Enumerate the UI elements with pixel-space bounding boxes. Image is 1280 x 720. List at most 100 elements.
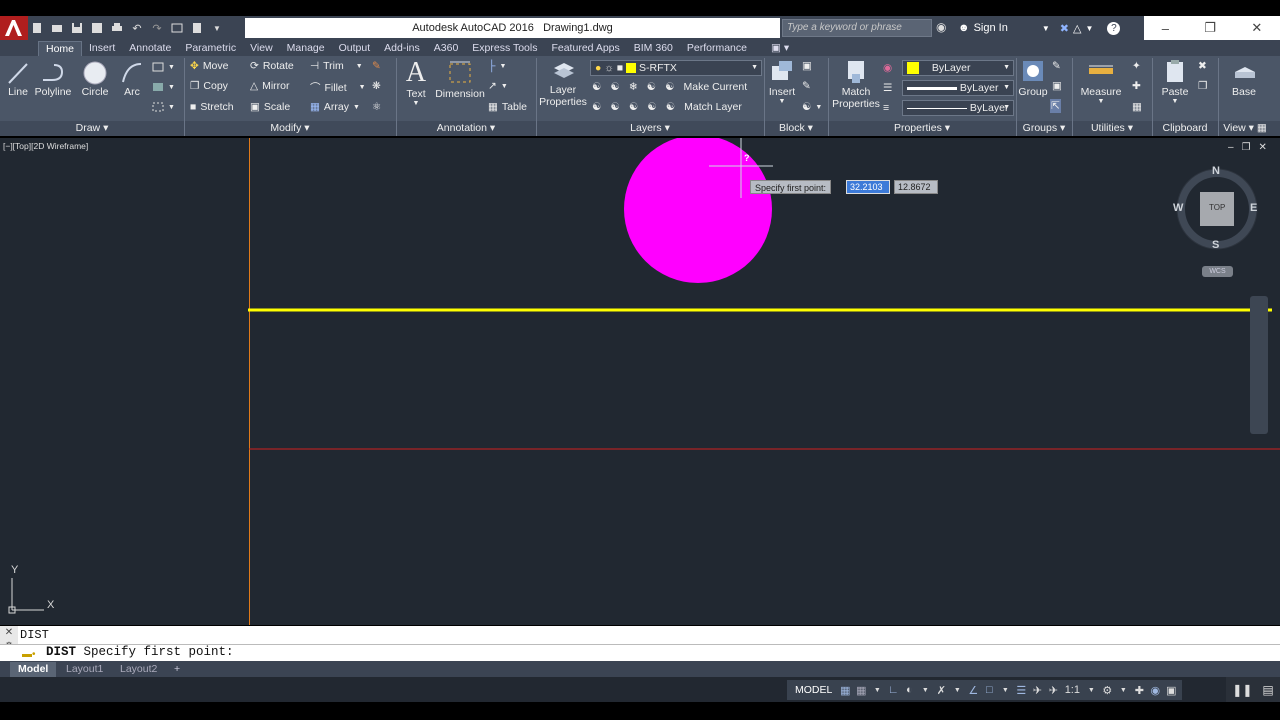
stretch-button[interactable]: ■ Stretch [190,101,234,113]
compass-east[interactable]: E [1250,202,1257,214]
workspace-gear-icon[interactable]: ⚙ [1100,683,1114,697]
layer-on-icon[interactable]: ☯ [592,101,601,113]
tab-bim-360[interactable]: BIM 360 [627,41,680,56]
tab-performance[interactable]: Performance [680,41,754,56]
help-icon[interactable]: ? [1107,21,1121,35]
chevron-down-icon[interactable]: ▼ [1084,683,1098,697]
save-icon[interactable] [70,21,84,35]
group-button[interactable]: Group [1018,58,1048,98]
cut-icon[interactable]: ✖ [1198,60,1207,72]
dimension-button[interactable]: Dimension [434,58,486,100]
layer-dropdown[interactable]: ● ☼ ■ S-RFTX ▼ [590,60,762,76]
insert-button[interactable]: Insert ▼ [767,58,797,105]
arc-button[interactable]: Arc [118,60,146,98]
chevron-down-icon[interactable]: ▼ [918,683,932,697]
save-as-icon[interactable] [90,21,104,35]
draw-panel-title[interactable]: Draw ▾ [0,121,184,136]
color-dropdown[interactable]: ByLayer ▼ [902,60,1014,76]
customize-icon[interactable]: ▤ [1262,683,1273,697]
object-snap-icon[interactable]: □ [982,683,996,697]
create-block-icon[interactable]: ▣ [802,60,812,72]
quick-select-icon[interactable]: ✦ [1132,60,1141,72]
units-icon[interactable]: ◉ [1148,683,1162,697]
object-snap-tracking-icon[interactable]: ∠ [966,683,980,697]
utilities-panel-title[interactable]: Utilities ▾ [1072,121,1152,136]
explode-button[interactable]: ❋ [372,80,381,92]
id-point-icon[interactable]: ✚ [1132,80,1141,92]
qat-dropdown-icon[interactable]: ▼ [210,21,224,35]
fillet-button[interactable]: ⌒ Fillet ▼ [310,80,366,95]
viewport-restore-icon[interactable]: ❐ [1242,142,1251,153]
exchange-icon[interactable]: ✖ [1060,22,1069,35]
hatch-button[interactable]: ▼ [152,82,175,92]
match-layer-button[interactable]: Match Layer [684,101,742,113]
rectangle-button[interactable]: ▼ [152,62,175,72]
add-layout-icon[interactable]: + [166,662,188,677]
move-button[interactable]: ✥ Move [190,60,229,72]
block-panel-title[interactable]: Block ▾ [764,121,828,136]
annotation-scale-label[interactable]: 1:1 [1062,683,1082,697]
tab-output[interactable]: Output [332,41,378,56]
new-file-icon[interactable] [30,21,44,35]
trim-button[interactable]: ⊣ Trim ▼ [310,60,363,72]
ribbon-toggle-icon[interactable]: ▣ ▾ [764,41,796,56]
match-layer-icon[interactable]: ☯ [666,101,675,113]
a360-icon[interactable]: △ [1073,22,1081,35]
tab-home[interactable]: Home [38,41,83,56]
group-edit-icon[interactable]: ▣ [1052,80,1062,92]
ungroup-icon[interactable]: ✎ [1052,60,1061,72]
group-selection-icon[interactable]: ⇱ [1050,99,1061,113]
tab-annotate[interactable]: Annotate [122,41,178,56]
paste-button[interactable]: Paste ▼ [1158,58,1192,105]
polar-icon[interactable]: ◐ [902,683,916,697]
clipboard-panel-title[interactable]: Clipboard [1152,121,1218,136]
measure-button[interactable]: Measure ▼ [1078,58,1124,105]
tab-featured-apps[interactable]: Featured Apps [544,41,626,56]
lineweight-dropdown[interactable]: ByLayer ▼ [902,80,1014,96]
viewport-close-icon[interactable]: ✕ [1259,142,1267,153]
make-current-button[interactable]: Make Current [684,81,748,93]
application-menu-button[interactable] [0,16,28,40]
redo-icon[interactable]: ↷ [150,21,164,35]
polyline-button[interactable]: Polyline [35,60,71,98]
coordinate-x-input[interactable]: 32.2103 [846,180,890,194]
linetype-dropdown[interactable]: ByLayer ▼ [902,100,1014,116]
mirror-button[interactable]: △ Mirror [250,80,290,92]
tab-a360[interactable]: A360 [427,41,466,56]
drawing-canvas[interactable] [0,138,1280,625]
sign-in-button[interactable]: ☻ Sign In ▼ ✖ △ ▼ ? [958,19,1121,37]
circle-button[interactable]: Circle [80,60,110,98]
leader-button[interactable]: ├ ▼ [488,60,506,72]
lineweight-toggle-icon[interactable]: ☰ [1014,683,1028,697]
quick-properties-icon[interactable]: ▣ [1164,683,1178,697]
base-button[interactable]: Base [1226,58,1262,98]
chevron-down-icon[interactable]: ▼ [950,683,964,697]
grid-icon[interactable]: ▦ [838,683,852,697]
copy-button[interactable]: ❐ Copy [190,80,228,92]
copy-clip-icon[interactable]: ❐ [1198,80,1207,92]
view-panel-title[interactable]: View ▾ ▦ [1218,121,1272,136]
snap-icon[interactable]: ▦ [854,683,868,697]
layer-thaw-icon[interactable]: ☯ [629,101,638,113]
block-attribute-icon[interactable]: ☯ ▼ [802,101,822,113]
workspace-icon[interactable] [190,21,204,35]
annotation-monitor-icon[interactable]: ✚ [1132,683,1146,697]
binoculars-icon[interactable]: ◉ [936,20,946,34]
color-wheel-icon[interactable]: ◉ [883,62,892,74]
lineweight-icon[interactable]: ☰ [883,82,892,94]
erase-button[interactable]: ✎ [372,60,381,72]
search-input[interactable]: Type a keyword or phrase [782,19,932,37]
chevron-down-icon[interactable]: ▼ [1116,683,1130,697]
coordinate-y-input[interactable]: 12.8672 [894,180,938,194]
table-button[interactable]: ▦ Table [488,101,527,113]
restore-icon[interactable]: ❐ [1204,20,1216,36]
tab-model[interactable]: Model [10,662,57,677]
multileader-button[interactable]: ↗ ▼ [488,80,508,92]
model-space-button[interactable]: MODEL [791,684,836,696]
tab-layout2[interactable]: Layout2 [112,662,165,677]
tab-parametric[interactable]: Parametric [178,41,243,56]
layer-properties-button[interactable]: Layer Properties [539,58,587,108]
layer-isolate-icon[interactable]: ☯ [610,81,619,93]
compass-west[interactable]: W [1173,202,1183,214]
scale-button[interactable]: ▣ Scale [250,101,290,113]
